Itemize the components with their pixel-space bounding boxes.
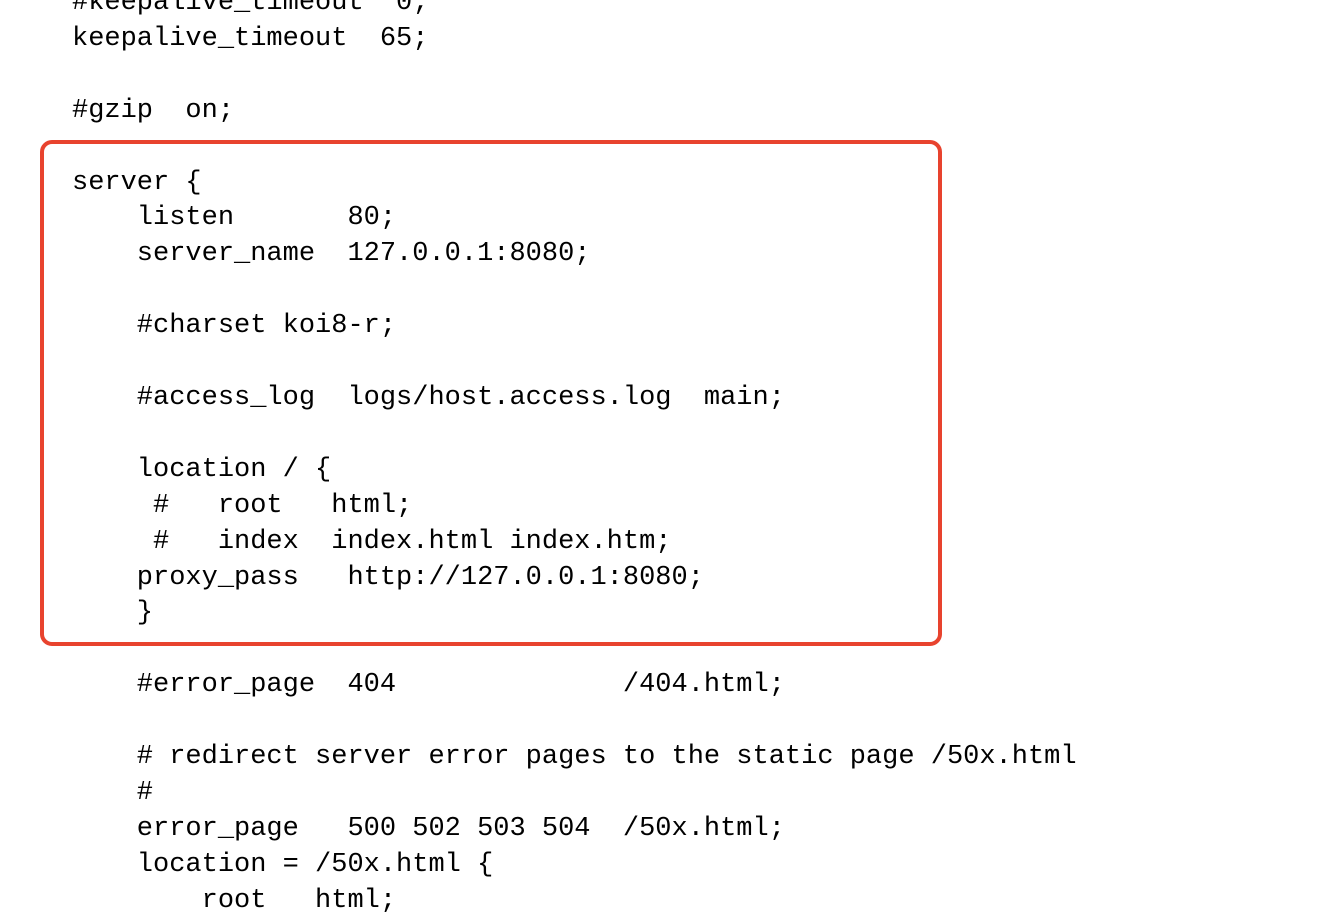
config-text: #keepalive_timeout 0; keepalive_timeout … xyxy=(72,0,1077,916)
nginx-config-code: #keepalive_timeout 0; keepalive_timeout … xyxy=(0,0,1326,920)
